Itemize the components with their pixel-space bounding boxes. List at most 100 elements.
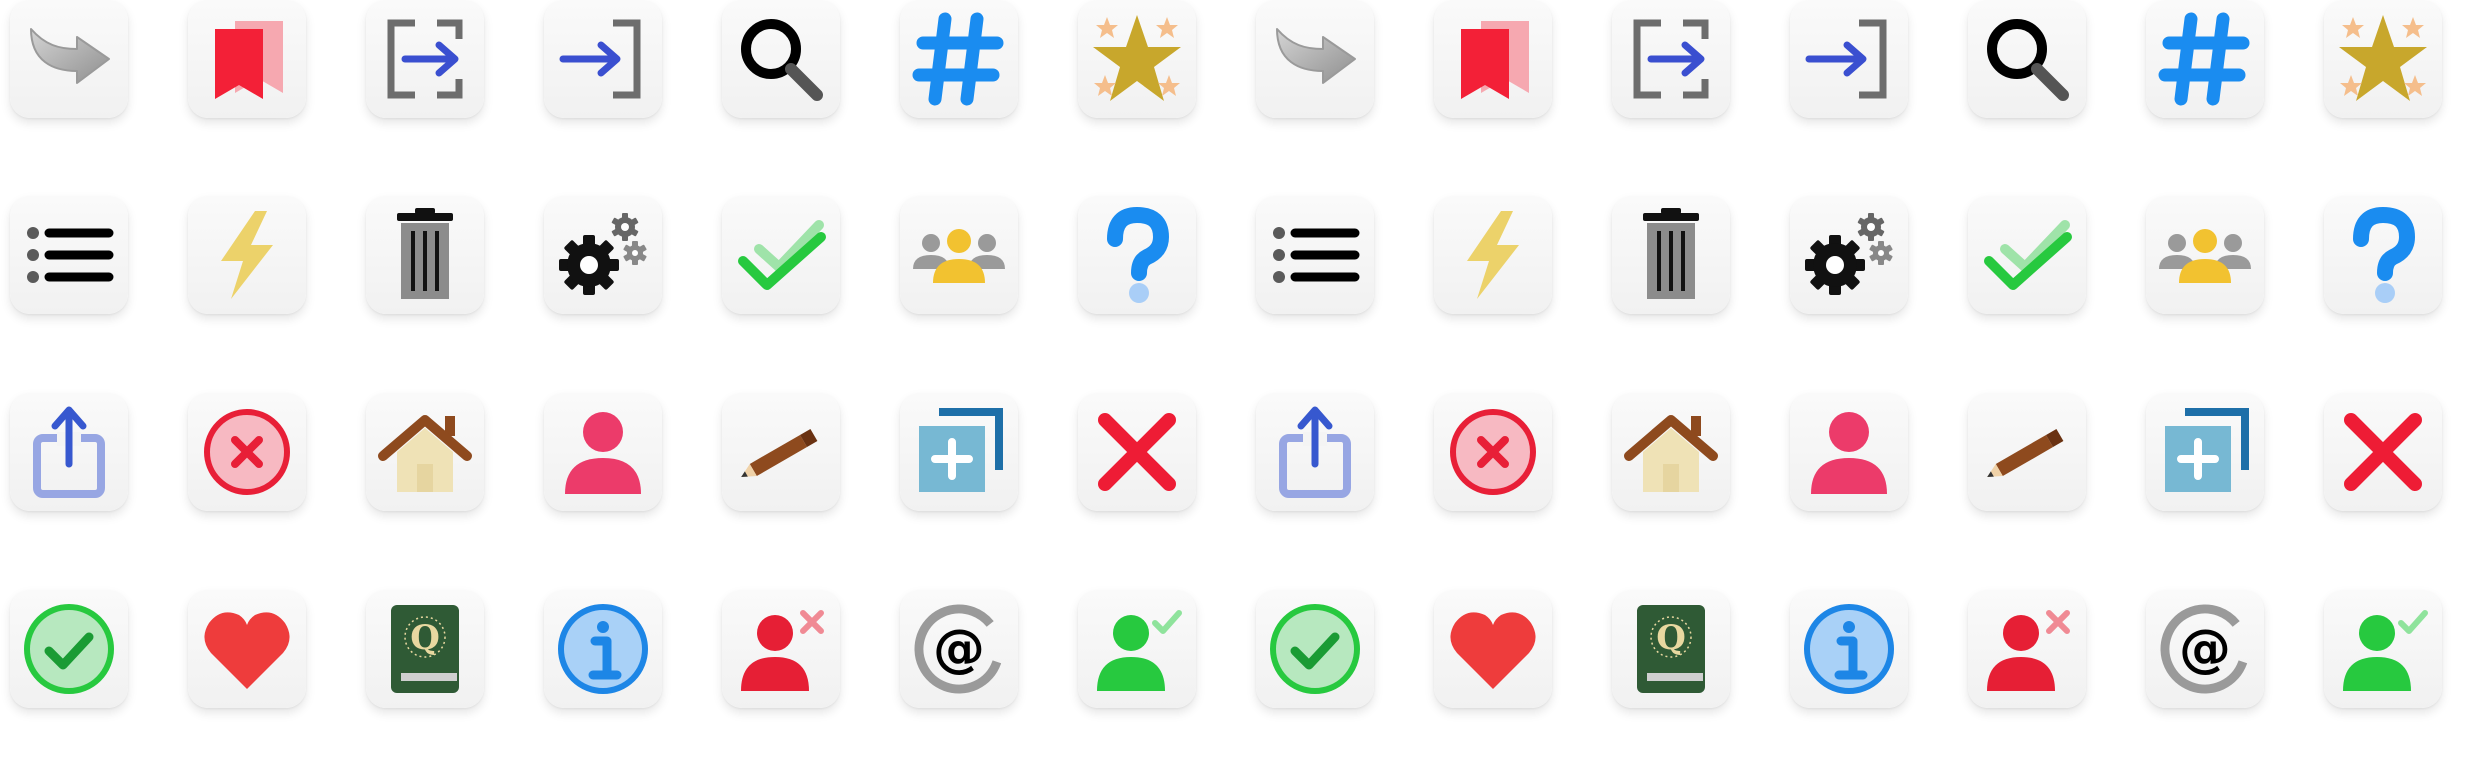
check-circle-icon [1265,599,1365,699]
login-tile[interactable] [1790,0,1908,118]
help-question-tile[interactable] [2324,196,2442,314]
logout-tile[interactable] [1612,0,1730,118]
help-question-icon [1087,205,1187,305]
settings-gears-tile[interactable] [1790,196,1908,314]
cancel-circle-icon [1443,402,1543,502]
at-sign-tile[interactable]: @ [2146,590,2264,708]
trash-tile[interactable] [366,196,484,314]
at-sign-icon: @ [909,599,1009,699]
settings-gears-tile[interactable] [544,196,662,314]
close-x-icon [2333,402,2433,502]
lightning-tile[interactable] [1434,196,1552,314]
pencil-icon [1977,402,2077,502]
user-icon [1799,402,1899,502]
group-tile[interactable] [900,196,1018,314]
at-sign-tile[interactable]: @ [900,590,1018,708]
info-tile[interactable] [1790,590,1908,708]
lightning-tile[interactable] [188,196,306,314]
redo-arrow-tile[interactable] [1256,0,1374,118]
quran-book-icon: Q [375,599,475,699]
help-question-tile[interactable] [1078,196,1196,314]
user-remove-tile[interactable] [1968,590,2086,708]
pencil-tile[interactable] [722,393,840,511]
group-tile[interactable] [2146,196,2264,314]
cancel-circle-tile[interactable] [188,393,306,511]
search-icon [731,9,831,109]
list-tile[interactable] [1256,196,1374,314]
check-circle-icon [19,599,119,699]
add-copy-icon [909,402,1009,502]
bookmarks-tile[interactable] [1434,0,1552,118]
hashtag-icon [909,9,1009,109]
stars-icon [1087,9,1187,109]
lightning-icon [197,205,297,305]
bookmarks-icon [1443,9,1543,109]
search-tile[interactable] [722,0,840,118]
lightning-icon [1443,205,1543,305]
trash-icon [1621,205,1721,305]
user-remove-tile[interactable] [722,590,840,708]
home-tile[interactable] [1612,393,1730,511]
user-check-icon [1087,599,1187,699]
home-icon [1621,402,1721,502]
user-remove-icon [1977,599,2077,699]
svg-text:Q: Q [410,618,440,658]
quran-book-icon: Q [1621,599,1721,699]
list-icon [19,205,119,305]
user-tile[interactable] [544,393,662,511]
hashtag-tile[interactable] [2146,0,2264,118]
home-tile[interactable] [366,393,484,511]
quran-book-tile[interactable]: Q [1612,590,1730,708]
trash-icon [375,205,475,305]
user-tile[interactable] [1790,393,1908,511]
search-icon [1977,9,2077,109]
user-check-tile[interactable] [1078,590,1196,708]
add-copy-tile[interactable] [2146,393,2264,511]
check-circle-tile[interactable] [1256,590,1374,708]
double-check-icon [731,205,831,305]
double-check-tile[interactable] [722,196,840,314]
trash-tile[interactable] [1612,196,1730,314]
bookmarks-tile[interactable] [188,0,306,118]
info-tile[interactable] [544,590,662,708]
share-tile[interactable] [10,393,128,511]
close-x-tile[interactable] [1078,393,1196,511]
cancel-circle-icon [197,402,297,502]
logout-icon [1621,9,1721,109]
double-check-tile[interactable] [1968,196,2086,314]
svg-text:@: @ [933,619,985,679]
search-tile[interactable] [1968,0,2086,118]
pencil-tile[interactable] [1968,393,2086,511]
logout-tile[interactable] [366,0,484,118]
login-icon [1799,9,1899,109]
cancel-circle-tile[interactable] [1434,393,1552,511]
icon-grid: Q @ Q @ [0,0,2468,766]
redo-arrow-tile[interactable] [10,0,128,118]
user-remove-icon [731,599,831,699]
list-tile[interactable] [10,196,128,314]
settings-gears-icon [553,205,653,305]
info-icon [553,599,653,699]
stars-tile[interactable] [2324,0,2442,118]
heart-tile[interactable] [188,590,306,708]
home-icon [375,402,475,502]
stars-tile[interactable] [1078,0,1196,118]
close-x-icon [1087,402,1187,502]
add-copy-icon [2155,402,2255,502]
user-check-tile[interactable] [2324,590,2442,708]
at-sign-icon: @ [2155,599,2255,699]
login-tile[interactable] [544,0,662,118]
close-x-tile[interactable] [2324,393,2442,511]
check-circle-tile[interactable] [10,590,128,708]
heart-icon [197,599,297,699]
svg-text:@: @ [2179,619,2231,679]
share-tile[interactable] [1256,393,1374,511]
user-check-icon [2333,599,2433,699]
hashtag-tile[interactable] [900,0,1018,118]
svg-text:Q: Q [1656,618,1686,658]
group-icon [2155,205,2255,305]
add-copy-tile[interactable] [900,393,1018,511]
quran-book-tile[interactable]: Q [366,590,484,708]
heart-tile[interactable] [1434,590,1552,708]
share-icon [1265,402,1365,502]
